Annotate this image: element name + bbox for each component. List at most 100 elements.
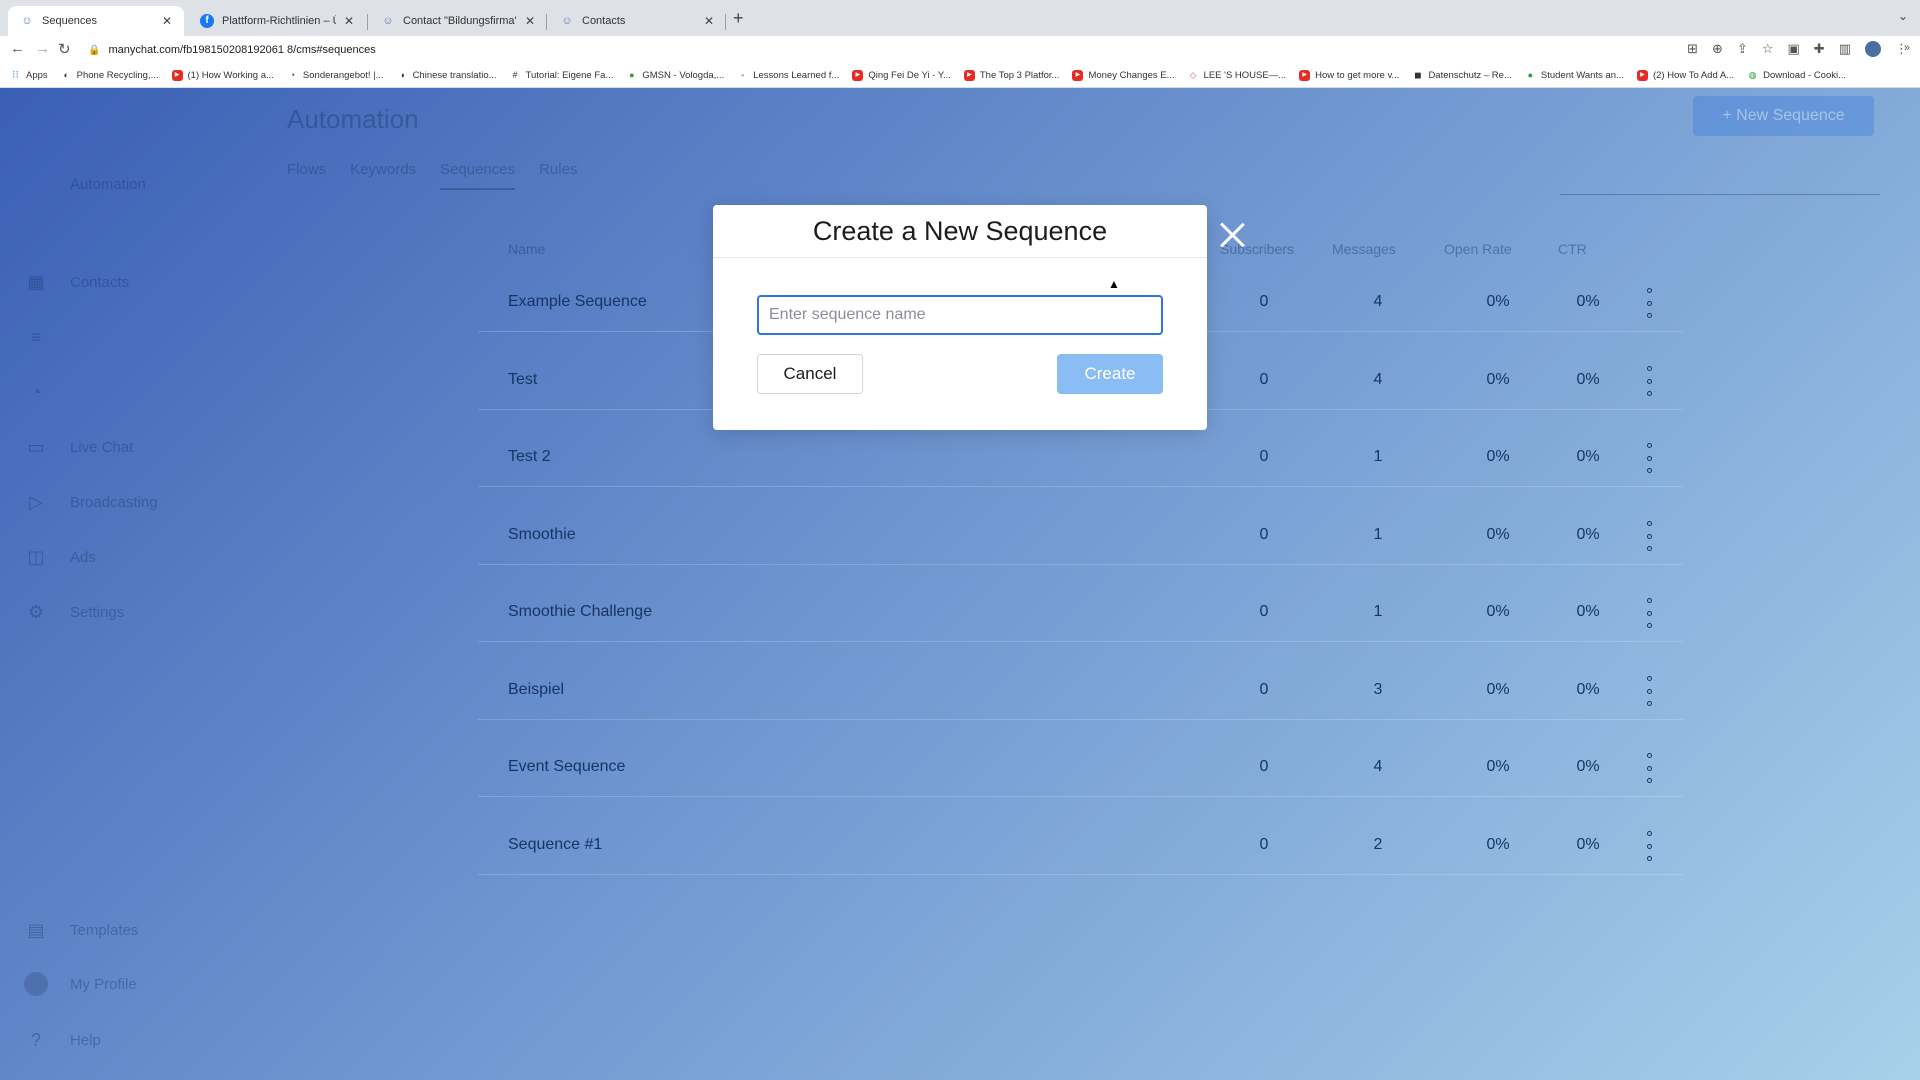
bookmark-star-icon[interactable]: ☆ <box>1762 41 1774 57</box>
more-bookmarks-icon[interactable]: » <box>1904 42 1910 54</box>
sidebar-item-automation[interactable]: Automation <box>24 172 146 196</box>
extension-f-icon[interactable]: ▣ <box>1788 41 1800 57</box>
bookmark-item[interactable]: ● Student Wants an... <box>1525 70 1624 81</box>
reload-icon[interactable]: ↻ <box>58 40 71 58</box>
more-options-icon[interactable] <box>1641 521 1657 551</box>
more-options-icon[interactable] <box>1641 288 1657 318</box>
close-tab-icon[interactable]: ✕ <box>344 14 354 28</box>
modal-title: Create a New Sequence <box>713 205 1207 258</box>
table-row[interactable]: Test 2 0 1 0% 0% <box>478 429 1683 487</box>
browser-tab-plattform[interactable]: f Plattform-Richtlinien – Übersicht ✕ <box>188 6 366 36</box>
browser-tab-contact[interactable]: ☺ Contact "Bildungsfirma" through ✕ <box>369 6 547 36</box>
youtube-icon: ▶ <box>963 69 975 81</box>
bookmark-item[interactable]: ▶ (1) How Working a... <box>171 69 274 81</box>
subtab-flows[interactable]: Flows <box>287 161 326 190</box>
bookmark-label: How to get more v... <box>1315 69 1400 81</box>
sidebar-item-broadcasting[interactable]: ▷ Broadcasting <box>24 490 158 514</box>
subscribers-value: 0 <box>1259 448 1269 465</box>
close-modal-icon[interactable] <box>1218 221 1246 249</box>
side-panel-icon[interactable]: ▥ <box>1839 41 1851 57</box>
more-options-icon[interactable] <box>1641 443 1657 473</box>
gear-icon: ⚙ <box>27 602 45 622</box>
sequence-name[interactable]: Event Sequence <box>508 758 625 776</box>
sequence-name[interactable]: Beispiel <box>508 681 564 699</box>
address-bar[interactable]: 🔒 manychat.com/fb198150208192061 8/cms#s… <box>88 40 1678 60</box>
bookmark-item[interactable]: ◑ Chinese translatio... <box>397 70 496 81</box>
bookmark-item[interactable]: ◔ Sonderangebot! |... <box>287 70 384 81</box>
extensions-puzzle-icon[interactable]: ✚ <box>1814 41 1825 57</box>
sequence-name[interactable]: Smoothie Challenge <box>508 603 652 621</box>
sidebar-label: My Profile <box>70 975 137 993</box>
youtube-icon: ▶ <box>1636 69 1648 81</box>
sequence-name[interactable]: Sequence #1 <box>508 836 602 854</box>
table-row[interactable]: Smoothie 0 1 0% 0% <box>478 507 1683 565</box>
sequence-name[interactable]: Example Sequence <box>508 293 647 311</box>
table-row[interactable]: Beispiel 0 3 0% 0% <box>478 662 1683 720</box>
close-tab-icon[interactable]: ✕ <box>525 14 535 28</box>
messages-value: 1 <box>1373 603 1383 620</box>
table-row[interactable]: Event Sequence 0 4 0% 0% <box>478 739 1683 797</box>
mouse-cursor-icon: ▲ <box>1108 277 1120 291</box>
more-options-icon[interactable] <box>1641 831 1657 861</box>
bookmark-item[interactable]: ▶ The Top 3 Platfor... <box>963 69 1059 81</box>
facebook-icon: f <box>200 14 214 28</box>
sequence-name[interactable]: Test 2 <box>508 448 551 466</box>
browser-tab-contacts[interactable]: ☺ Contacts ✕ <box>548 6 726 36</box>
sequence-name[interactable]: Smoothie <box>508 526 576 544</box>
bookmark-item[interactable]: ◇ LEE 'S HOUSE—... <box>1188 70 1287 81</box>
sidebar-item-my-profile[interactable]: My Profile <box>24 972 137 996</box>
bookmark-label: Phone Recycling,... <box>76 69 159 81</box>
tab-separator <box>725 14 726 30</box>
subtab-sequences[interactable]: Sequences <box>440 161 516 190</box>
help-icon: ? <box>30 1030 41 1050</box>
sidebar-item-ads[interactable]: ◫ Ads <box>24 545 96 569</box>
forward-icon[interactable]: → <box>35 40 50 57</box>
sidebar-item-growth[interactable]: ≡ <box>24 325 70 349</box>
bookmark-item[interactable]: ▶ (2) How To Add A... <box>1636 69 1734 81</box>
table-row[interactable]: Smoothie Challenge 0 1 0% 0% <box>478 584 1683 642</box>
sidebar-item-contacts[interactable]: ▦ Contacts <box>24 270 129 294</box>
sidebar-label: Broadcasting <box>70 493 158 511</box>
bookmark-item[interactable]: ▶ Qing Fei De Yi - Y... <box>852 69 951 81</box>
bookmark-item[interactable]: ⁝⁝ Apps <box>10 69 48 81</box>
sequence-name[interactable]: Test <box>508 371 537 389</box>
new-sequence-button[interactable]: + New Sequence <box>1693 96 1874 136</box>
more-options-icon[interactable] <box>1641 676 1657 706</box>
more-options-icon[interactable] <box>1641 598 1657 628</box>
sidebar-item-live-chat[interactable]: ▭ Live Chat <box>24 435 133 459</box>
sidebar-item-settings[interactable]: ⚙ Settings <box>24 600 124 624</box>
bookmark-item[interactable]: ◐ Phone Recycling,... <box>61 69 159 81</box>
zoom-icon[interactable]: ⊕ <box>1712 41 1723 57</box>
bookmark-item[interactable]: # Tutorial: Eigene Fa... <box>510 70 614 81</box>
profile-avatar-icon[interactable] <box>1865 41 1881 57</box>
close-tab-icon[interactable]: ✕ <box>162 14 172 28</box>
tab-separator <box>367 14 368 30</box>
create-button[interactable]: Create <box>1057 354 1163 394</box>
sidebar-item-help[interactable]: ? Help <box>24 1028 101 1052</box>
cancel-button[interactable]: Cancel <box>757 354 863 394</box>
tab-search-icon[interactable]: ⌄ <box>1898 9 1908 23</box>
new-tab-icon[interactable]: + <box>733 8 744 29</box>
subscribers-value: 0 <box>1259 758 1269 775</box>
share-icon[interactable]: ⇪ <box>1737 41 1748 57</box>
more-options-icon[interactable] <box>1641 366 1657 396</box>
bookmark-item[interactable]: ◍ Download - Cooki... <box>1747 70 1846 81</box>
back-icon[interactable]: ← <box>10 40 25 57</box>
table-row[interactable]: Sequence #1 0 2 0% 0% <box>478 817 1683 875</box>
subtab-keywords[interactable]: Keywords <box>350 161 416 190</box>
sidebar-label: Ads <box>70 548 96 566</box>
sidebar-item-templates[interactable]: ▤ Templates <box>24 918 138 942</box>
translate-icon[interactable]: ⊞ <box>1687 41 1698 57</box>
close-tab-icon[interactable]: ✕ <box>704 14 714 28</box>
bookmark-item[interactable]: ▶ Money Changes E... <box>1072 69 1175 81</box>
sequence-name-input[interactable] <box>757 295 1163 335</box>
bookmark-item[interactable]: ▶ How to get more v... <box>1299 69 1400 81</box>
more-options-icon[interactable] <box>1641 753 1657 783</box>
ctr-value: 0% <box>1576 758 1600 775</box>
bookmark-item[interactable]: ◦ Lessons Learned f... <box>737 70 839 81</box>
subtab-rules[interactable]: Rules <box>539 161 577 190</box>
browser-tab-sequences[interactable]: ☺ Sequences ✕ <box>8 6 184 36</box>
sidebar-item-automation-nav[interactable]: ◔ <box>24 380 70 404</box>
bookmark-item[interactable]: ◼ Datenschutz – Re... <box>1412 70 1512 81</box>
bookmark-item[interactable]: ● GMSN - Vologda,... <box>626 70 724 81</box>
